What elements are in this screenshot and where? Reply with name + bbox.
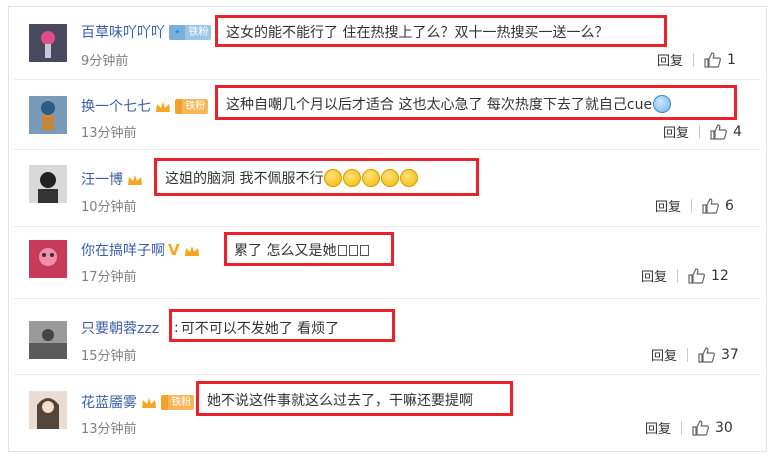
divider xyxy=(691,198,693,213)
reply-button[interactable]: 回复 xyxy=(663,122,689,141)
sweat-emoji-icon xyxy=(653,95,672,113)
divider xyxy=(681,420,683,435)
divider xyxy=(687,347,689,362)
avatar[interactable] xyxy=(29,240,67,278)
vip-crown-icon xyxy=(155,99,171,113)
comment-text: 这女的能不能行了 住在热搜上了么？双十一热搜买一送一么？ xyxy=(226,25,609,41)
avatar[interactable] xyxy=(29,96,67,134)
comment-text: 这姐的脑洞 我不佩服不行 xyxy=(165,171,324,187)
reply-button[interactable]: 回复 xyxy=(641,266,667,285)
missing-glyph-icon xyxy=(360,244,370,256)
laugh-cry-emoji-icon xyxy=(400,169,419,187)
laugh-cry-emoji-icon xyxy=(362,169,381,187)
username[interactable]: 换一个七七 xyxy=(81,96,151,116)
laugh-cry-emoji-icon xyxy=(381,169,400,187)
avatar[interactable] xyxy=(29,321,67,359)
avatar[interactable] xyxy=(29,391,67,429)
like-count: 37 xyxy=(721,346,739,363)
timestamp: 15分钟前 xyxy=(81,349,137,364)
separator xyxy=(14,298,761,299)
missing-glyph-icon xyxy=(349,244,359,256)
fan-badge-label: 铁粉 xyxy=(182,98,209,114)
comment-text: 累了 怎么又是她 xyxy=(234,243,337,259)
like-count: 30 xyxy=(715,419,733,436)
fan-badge-level xyxy=(175,98,183,114)
reply-button[interactable]: 回复 xyxy=(651,345,677,364)
username[interactable]: 你在搞咩子啊 xyxy=(81,240,165,260)
dog-emoji-icon xyxy=(324,169,343,187)
fan-badge-level: 🔹 xyxy=(169,24,186,40)
timestamp: 13分钟前 xyxy=(81,422,137,437)
reply-button[interactable]: 回复 xyxy=(645,418,671,437)
vip-crown-icon xyxy=(184,243,200,257)
dog-emoji-icon xyxy=(343,169,362,187)
comment-text: 这种自嘲几个月以后才适合 这也太心急了 每次热度下去了就自己cue xyxy=(226,97,653,113)
divider xyxy=(693,52,695,67)
like-button[interactable]: 37 xyxy=(698,347,739,363)
thumbs-up-icon xyxy=(698,346,715,363)
divider xyxy=(699,124,701,139)
fan-badge-label: 铁粉 xyxy=(185,24,212,40)
like-count: 4 xyxy=(733,123,742,140)
username[interactable]: 花蓝靥雾 xyxy=(81,392,137,412)
thumbs-up-icon xyxy=(710,123,727,140)
like-button[interactable]: 30 xyxy=(692,420,733,436)
username[interactable]: 只要朝蓉zzz xyxy=(81,318,159,338)
comment-text: 可不可以不发她了 看烦了 xyxy=(180,321,340,337)
like-count: 6 xyxy=(725,197,734,214)
fan-badge[interactable]: 铁粉 xyxy=(175,98,209,114)
like-count: 12 xyxy=(711,267,729,284)
timestamp: 17分钟前 xyxy=(81,270,137,285)
vip-crown-icon xyxy=(127,172,143,186)
separator xyxy=(14,79,761,80)
vip-crown-icon xyxy=(141,395,157,409)
v-verified-icon: V xyxy=(168,241,180,259)
thumbs-up-icon xyxy=(688,267,705,284)
fan-badge-level xyxy=(161,394,169,410)
reply-button[interactable]: 回复 xyxy=(655,196,681,215)
timestamp: 13分钟前 xyxy=(81,126,137,141)
colon-separator: : xyxy=(174,320,179,336)
username[interactable]: 百草味吖吖吖 xyxy=(81,22,165,42)
thumbs-up-icon xyxy=(704,51,721,68)
avatar[interactable] xyxy=(29,165,67,203)
separator xyxy=(14,374,761,375)
like-count: 1 xyxy=(727,51,736,68)
avatar[interactable] xyxy=(29,24,67,62)
thumbs-up-icon xyxy=(702,197,719,214)
fan-badge[interactable]: 🔹 铁粉 xyxy=(169,24,212,40)
fan-badge[interactable]: 铁粉 xyxy=(161,394,195,410)
divider xyxy=(677,268,679,283)
like-button[interactable]: 4 xyxy=(710,124,742,140)
like-button[interactable]: 1 xyxy=(704,52,736,68)
separator xyxy=(14,149,761,150)
like-button[interactable]: 6 xyxy=(702,198,734,214)
timestamp: 9分钟前 xyxy=(81,54,129,69)
like-button[interactable]: 12 xyxy=(688,268,729,284)
timestamp: 10分钟前 xyxy=(81,200,137,215)
thumbs-up-icon xyxy=(692,419,709,436)
reply-button[interactable]: 回复 xyxy=(657,50,683,69)
missing-glyph-icon xyxy=(338,244,348,256)
separator xyxy=(14,226,761,227)
username[interactable]: 汪一博 xyxy=(81,169,123,189)
fan-badge-label: 铁粉 xyxy=(168,394,195,410)
comment-text: 她不说这件事就这么过去了，干嘛还要提啊 xyxy=(207,393,473,409)
